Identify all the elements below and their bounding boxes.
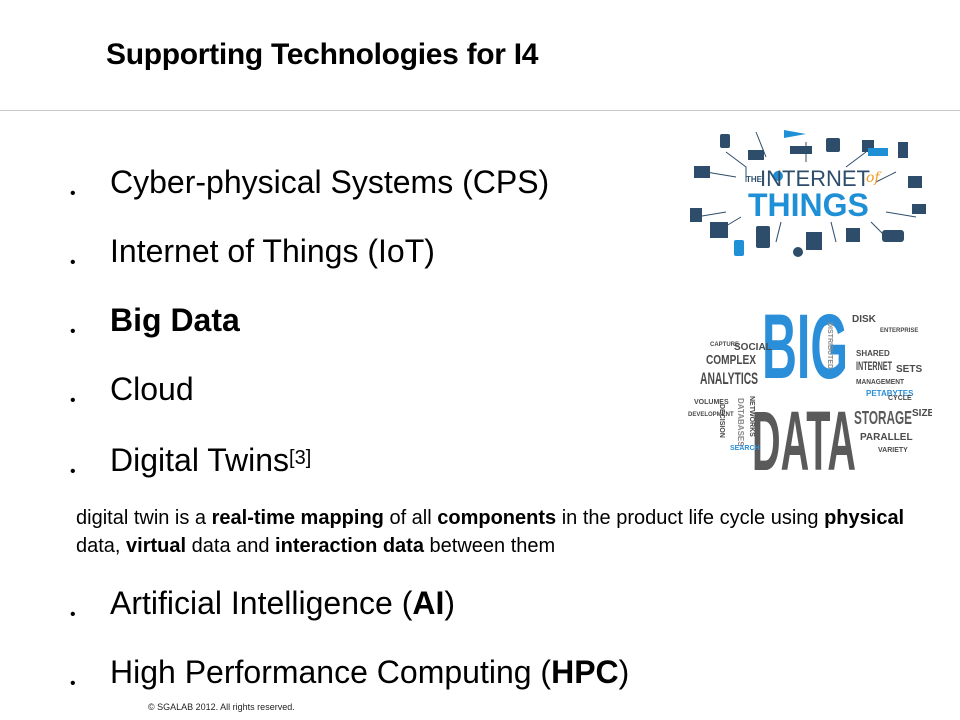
cloud-word: ANALYTICS (700, 369, 758, 388)
bullet-text: Cloud (110, 371, 194, 407)
def-bold: physical (824, 507, 905, 529)
bullet-text: Cyber-physical Systems (CPS) (110, 164, 550, 200)
bullet-marker: • (70, 675, 76, 692)
cloud-word: DEVELOPMENT (688, 412, 734, 418)
bullet-marker: • (70, 185, 76, 202)
digital-twin-definition: digital twin is a real-time mapping of a… (76, 504, 926, 560)
bullet-text: Internet of Things (IoT) (110, 233, 435, 269)
cloud-word: INTERNET (856, 359, 892, 373)
cloud-word: CAPTURE (710, 342, 739, 348)
digital-twins-label: Digital Twins (110, 442, 290, 478)
bullet-marker: • (70, 606, 76, 623)
bullet-marker: • (70, 323, 76, 340)
def-text: of all (383, 507, 438, 529)
def-bold: components (437, 507, 557, 529)
cloud-word: DISK (852, 314, 877, 325)
cloud-word: SIZE (912, 408, 932, 419)
big-data-word-cloud-image: BIG DATA ANALYTICS COMPLEX STORAGE INTER… (688, 296, 932, 476)
slide-title: Supporting Technologies for I4 (106, 38, 539, 71)
cloud-word: SEARCH (730, 445, 760, 452)
cloud-word: COMPLEX (706, 352, 756, 367)
cloud-word: MANAGEMENT (856, 379, 905, 386)
hpc-abbrev: HPC (551, 654, 619, 690)
def-text: data and (186, 535, 276, 557)
def-bold: real-time mapping (211, 507, 384, 529)
ai-label: Artificial Intelligence ( (110, 585, 413, 621)
cloud-word: DECISION (718, 404, 725, 438)
cloud-word: VARIETY (878, 447, 908, 454)
bullet-text: Artificial Intelligence (AI) (110, 583, 455, 623)
hpc-label: High Performance Computing ( (110, 654, 552, 690)
bullet-marker: • (70, 392, 76, 409)
plane-icon (784, 130, 806, 138)
bullet-text: High Performance Computing (HPC) (110, 652, 629, 692)
ai-abbrev: AI (412, 585, 445, 621)
cloud-word: STORAGE (854, 408, 912, 428)
data-word: DATA (752, 394, 856, 476)
def-text: data, (76, 535, 127, 557)
bullet-text: Digital Twins[3] (110, 440, 311, 480)
cloud-word: DISTRIBUTED (826, 322, 833, 369)
cloud-word: ENTERPRISE (880, 328, 918, 334)
def-bold: interaction data (275, 535, 424, 557)
cloud-word: SHARED (856, 349, 890, 358)
def-text: in the product life cycle using (556, 507, 825, 529)
citation-ref: [3] (289, 447, 312, 469)
def-text: between them (423, 535, 556, 557)
bullet-marker: • (70, 463, 76, 480)
cloud-word: SETS (896, 364, 922, 375)
cloud-word: SOCIAL (734, 342, 772, 353)
def-text: digital twin is a (76, 507, 212, 529)
internet-of-things-image: THE INTERNET of THINGS (690, 130, 926, 257)
cloud-word: CYCLE (888, 395, 912, 402)
bullet-text: Big Data (110, 302, 240, 338)
big-word: BIG (762, 296, 848, 398)
def-bold: virtual (126, 535, 187, 557)
copyright-footer: © SGALAB 2012. All rights reserved. (148, 702, 295, 712)
hpc-close: ) (618, 654, 630, 690)
bullet-marker: • (70, 254, 76, 271)
iot-of: of (866, 170, 882, 186)
title-bar: Supporting Technologies for I4 (0, 0, 960, 111)
cloud-word: PARALLEL (860, 432, 913, 443)
cloud-word: NETWORKS (748, 396, 755, 437)
iot-things: THINGS (748, 187, 869, 223)
ai-close: ) (444, 585, 455, 621)
cloud-word: DATABASES (736, 398, 745, 447)
